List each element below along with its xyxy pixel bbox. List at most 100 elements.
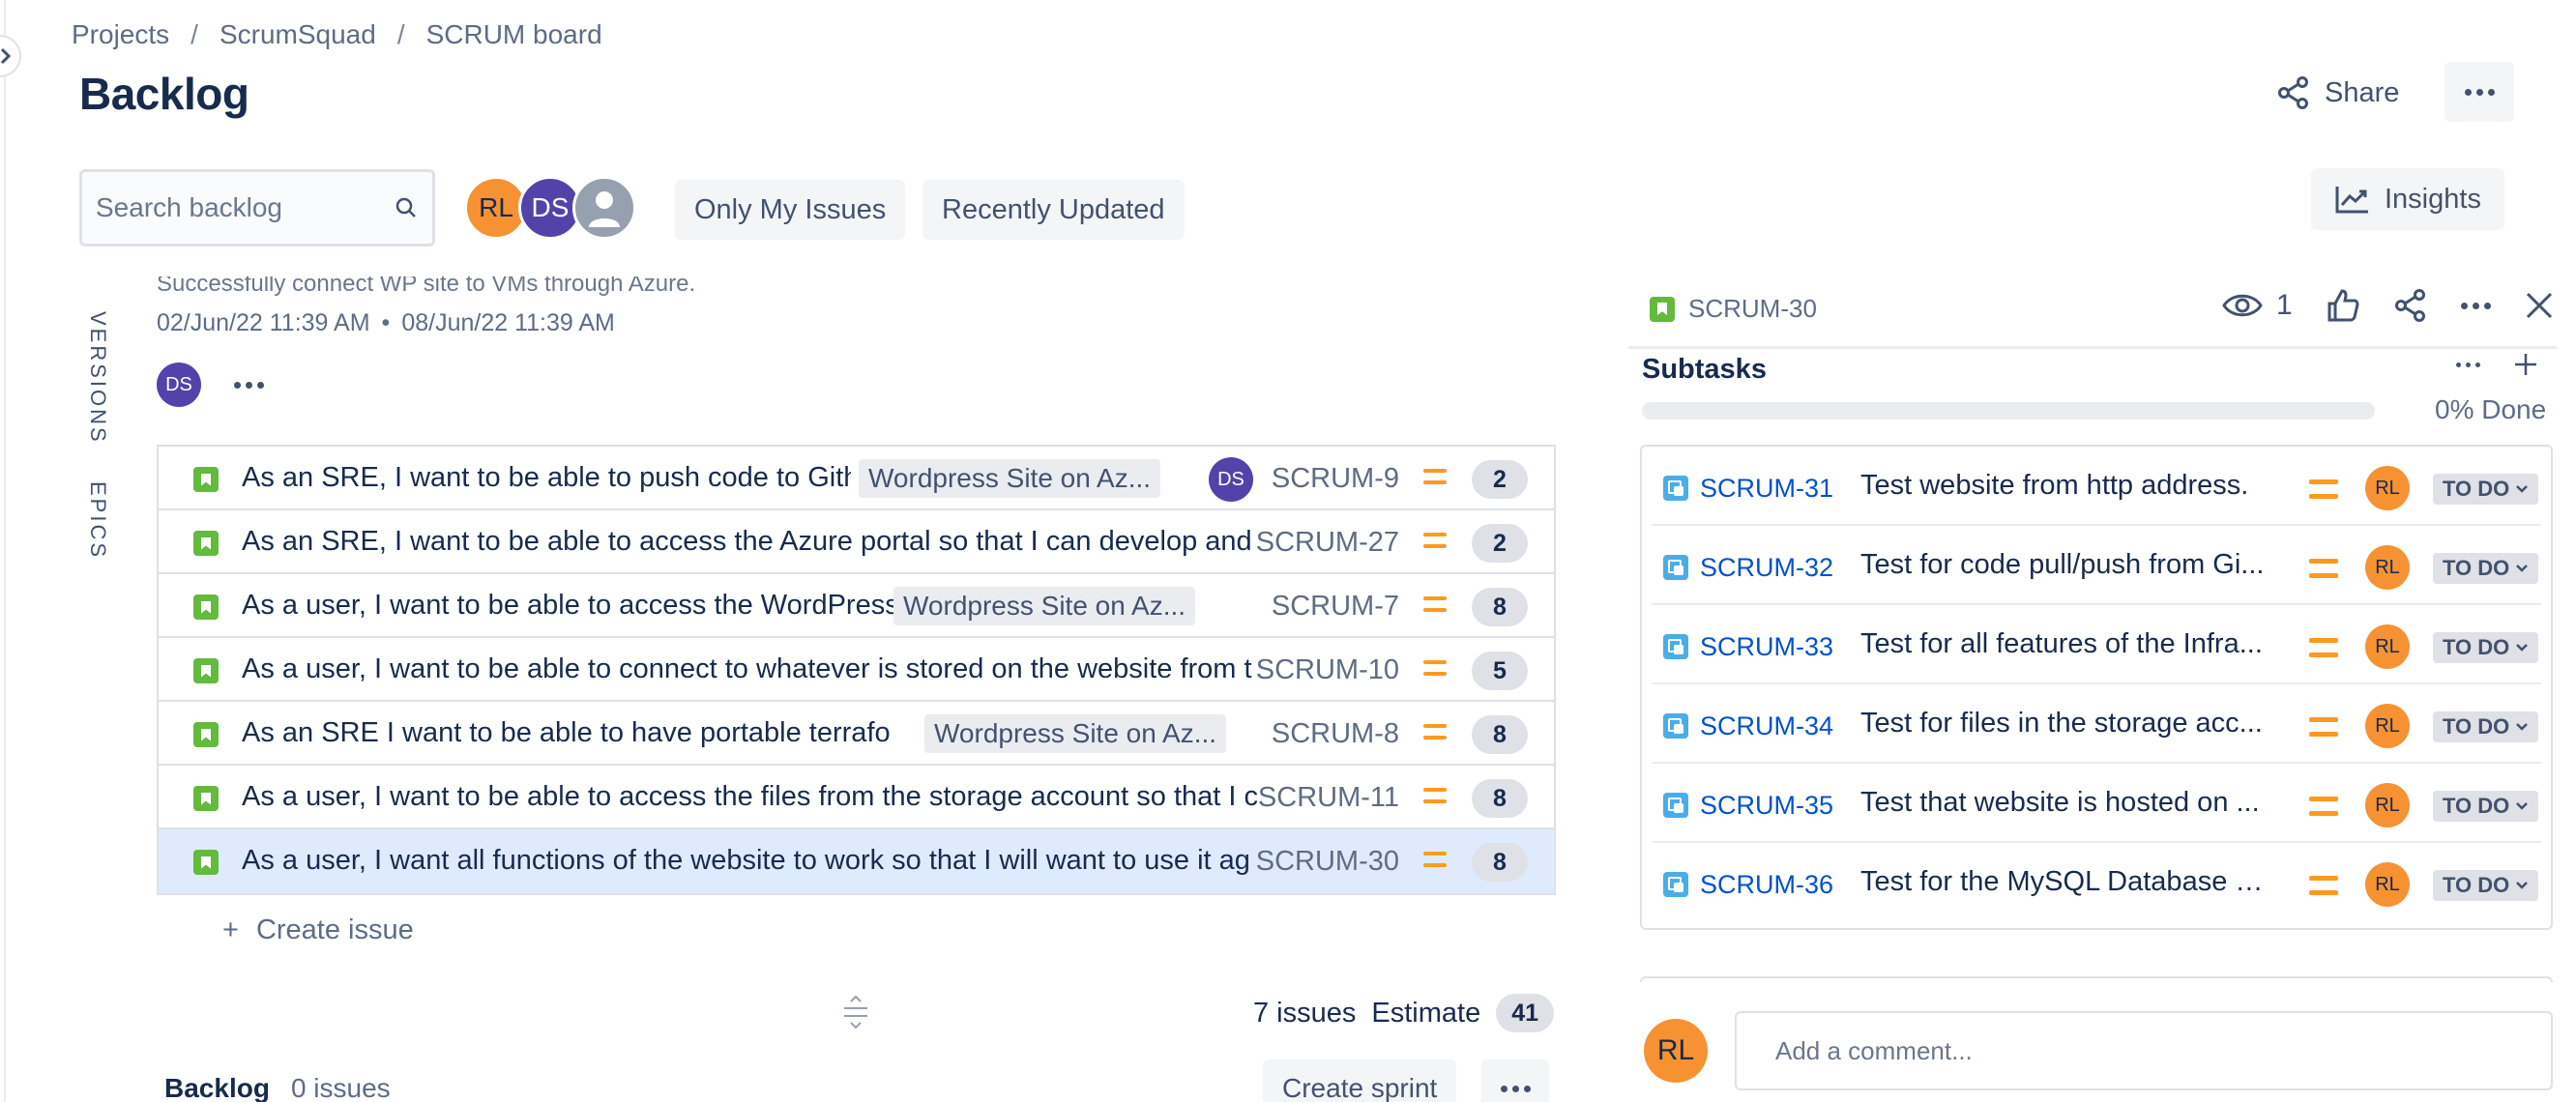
- issue-key[interactable]: SCRUM-27: [1256, 527, 1399, 559]
- status-label: TO DO: [2443, 714, 2510, 739]
- more-actions-button[interactable]: [2444, 62, 2514, 122]
- more-icon[interactable]: [2456, 362, 2480, 367]
- subtask-key[interactable]: SCRUM-35: [1700, 791, 1833, 821]
- table-row-selected[interactable]: As a user, I want all functions of the w…: [159, 829, 1554, 893]
- table-row[interactable]: As an SRE, I want to be able to push cod…: [159, 447, 1554, 510]
- avatar[interactable]: RL: [2365, 466, 2410, 510]
- story-points[interactable]: 8: [1472, 715, 1528, 754]
- watch-button[interactable]: 1: [2222, 289, 2293, 322]
- list-item[interactable]: SCRUM-34 Test for files in the storage a…: [1652, 684, 2541, 764]
- avatar[interactable]: RL: [2365, 783, 2410, 827]
- only-my-issues-button[interactable]: Only My Issues: [675, 180, 906, 240]
- add-subtask-icon[interactable]: [2513, 352, 2538, 377]
- tab-versions[interactable]: VERSIONS: [85, 311, 110, 445]
- backlog-more-button[interactable]: [1481, 1059, 1549, 1102]
- status-dropdown[interactable]: TO DO: [2433, 474, 2539, 505]
- detail-key-label: SCRUM-30: [1688, 294, 1817, 323]
- tab-epics[interactable]: EPICS: [85, 481, 110, 560]
- story-points[interactable]: 2: [1472, 460, 1528, 499]
- table-row[interactable]: As a user, I want to be able to connect …: [159, 638, 1554, 702]
- chevron-right-icon: [0, 47, 12, 65]
- epic-lozenge[interactable]: Wordpress Site on Az...: [859, 459, 1161, 498]
- table-row[interactable]: As a user, I want to be able to access t…: [159, 766, 1554, 829]
- issue-key[interactable]: SCRUM-10: [1256, 654, 1399, 686]
- list-item[interactable]: SCRUM-36 Test for the MySQL Database h..…: [1652, 843, 2541, 922]
- share-icon[interactable]: [2393, 288, 2428, 323]
- epic-lozenge[interactable]: Wordpress Site on Az...: [924, 714, 1227, 753]
- avatar[interactable]: RL: [2365, 624, 2410, 669]
- issue-count: 7 issues: [1253, 997, 1357, 1029]
- close-icon[interactable]: [2524, 290, 2555, 321]
- expand-sidebar-button[interactable]: [0, 35, 21, 77]
- user-icon: [589, 191, 620, 227]
- status-dropdown[interactable]: TO DO: [2433, 711, 2539, 742]
- epic-lozenge[interactable]: Wordpress Site on Az...: [893, 587, 1196, 625]
- status-dropdown[interactable]: TO DO: [2433, 870, 2539, 901]
- share-button[interactable]: Share: [2276, 70, 2399, 116]
- avatar[interactable]: RL: [2365, 545, 2410, 590]
- story-points[interactable]: 8: [1472, 843, 1528, 882]
- issue-key[interactable]: SCRUM-11: [1258, 782, 1399, 814]
- priority-medium-icon: [1423, 533, 1447, 548]
- breadcrumb-project[interactable]: ScrumSquad: [220, 19, 376, 50]
- thumbs-up-icon[interactable]: [2326, 288, 2360, 323]
- subtask-key[interactable]: SCRUM-36: [1700, 870, 1833, 900]
- priority-medium-icon: [1423, 852, 1447, 867]
- issue-summary: As a user, I want to be able to access t…: [242, 590, 893, 621]
- issue-key[interactable]: SCRUM-7: [1272, 591, 1399, 623]
- sprint-issue-list: As an SRE, I want to be able to push cod…: [157, 445, 1556, 895]
- breadcrumb-separator: /: [190, 19, 198, 49]
- more-icon[interactable]: [234, 381, 264, 389]
- more-icon[interactable]: [2460, 302, 2491, 309]
- status-dropdown[interactable]: TO DO: [2433, 553, 2539, 584]
- priority-medium-icon: [1423, 724, 1447, 740]
- sprint-start-date: 02/Jun/22 11:39 AM: [157, 309, 370, 336]
- insights-button[interactable]: Insights: [2311, 168, 2504, 230]
- avatar[interactable]: DS: [157, 362, 201, 407]
- more-icon: [2464, 88, 2495, 96]
- avatar-filter-unassigned[interactable]: [572, 176, 636, 240]
- watcher-count: 1: [2276, 289, 2293, 321]
- list-item[interactable]: SCRUM-35 Test that website is hosted on …: [1652, 764, 2541, 843]
- table-row[interactable]: As a user, I want to be able to access t…: [159, 574, 1554, 638]
- story-icon: [1650, 296, 1675, 322]
- issue-key[interactable]: SCRUM-8: [1272, 718, 1399, 750]
- recently-updated-button[interactable]: Recently Updated: [922, 180, 1185, 240]
- priority-medium-icon: [2309, 479, 2338, 499]
- avatar[interactable]: RL: [2365, 704, 2410, 748]
- resize-handle-icon[interactable]: [841, 995, 870, 1033]
- story-points[interactable]: 5: [1472, 652, 1528, 690]
- breadcrumb-projects[interactable]: Projects: [72, 19, 169, 50]
- issue-key[interactable]: SCRUM-30: [1256, 846, 1399, 878]
- status-dropdown[interactable]: TO DO: [2433, 632, 2539, 663]
- chevron-down-icon: [2516, 802, 2529, 810]
- search-backlog-input[interactable]: Search backlog: [79, 169, 435, 246]
- list-item[interactable]: SCRUM-33 Test for all features of the In…: [1652, 605, 2541, 684]
- subtask-key[interactable]: SCRUM-32: [1700, 553, 1833, 583]
- story-icon: [193, 531, 219, 556]
- table-row[interactable]: As an SRE, I want to be able to access t…: [159, 510, 1554, 574]
- create-issue-button[interactable]: + Create issue: [222, 914, 414, 946]
- story-points[interactable]: 8: [1472, 588, 1528, 626]
- table-row[interactable]: As an SRE I want to be able to have port…: [159, 702, 1554, 766]
- subtask-key[interactable]: SCRUM-34: [1700, 711, 1833, 741]
- story-points[interactable]: 8: [1472, 779, 1528, 818]
- create-sprint-button[interactable]: Create sprint: [1263, 1059, 1457, 1102]
- estimate-total: 41: [1496, 994, 1555, 1032]
- breadcrumb-board[interactable]: SCRUM board: [426, 19, 602, 50]
- comment-input[interactable]: Add a comment...: [1735, 1011, 2553, 1090]
- status-dropdown[interactable]: TO DO: [2433, 791, 2539, 822]
- avatar[interactable]: RL: [2365, 862, 2410, 907]
- detail-issue-key[interactable]: SCRUM-30: [1650, 294, 1817, 324]
- list-item[interactable]: SCRUM-32 Test for code pull/push from Gi…: [1652, 526, 2541, 605]
- avatar[interactable]: DS: [1209, 457, 1253, 502]
- sprint-end-date: 08/Jun/22 11:39 AM: [401, 309, 615, 336]
- subtask-key[interactable]: SCRUM-33: [1700, 632, 1833, 662]
- chevron-down-icon: [2516, 565, 2529, 572]
- story-points[interactable]: 2: [1472, 524, 1528, 563]
- more-icon: [1500, 1085, 1531, 1092]
- issue-key[interactable]: SCRUM-9: [1272, 463, 1399, 495]
- list-item[interactable]: SCRUM-31 Test website from http address.…: [1652, 447, 2541, 526]
- subtask-key[interactable]: SCRUM-31: [1700, 474, 1833, 504]
- breadcrumb: Projects / ScrumSquad / SCRUM board: [72, 19, 602, 50]
